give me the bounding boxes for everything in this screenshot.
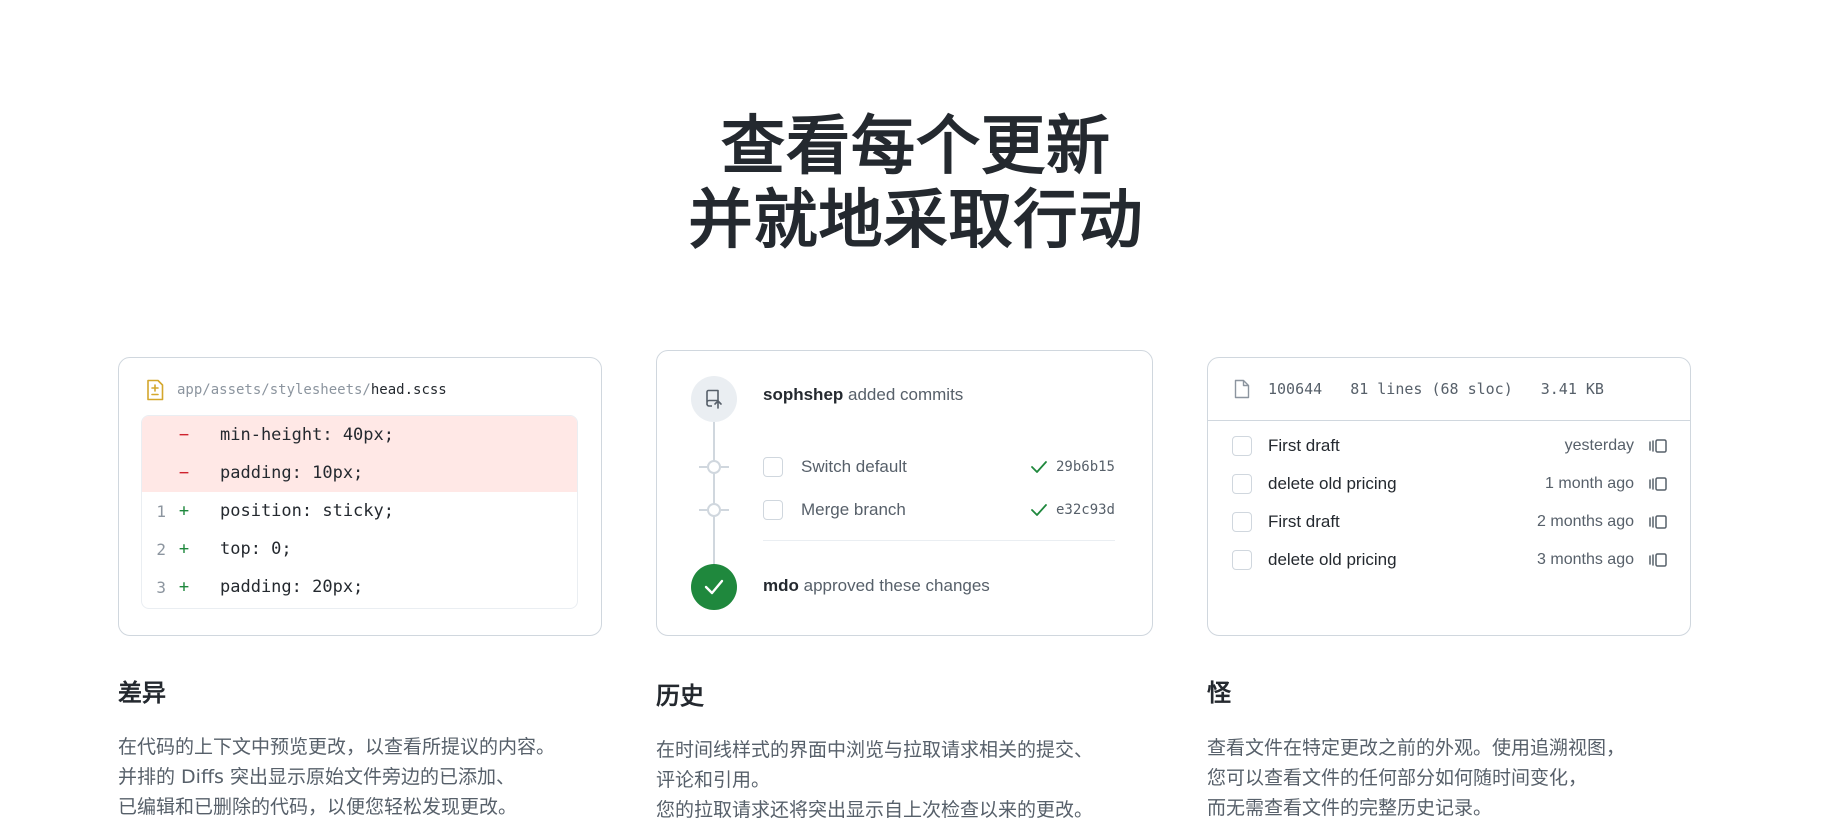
diff-line-removed: − min-height: 40px; — [142, 416, 577, 454]
diff-sign: + — [178, 539, 190, 559]
file-lines: 81 lines (68 sloc) — [1350, 380, 1513, 398]
approval-text: mdo approved these changes — [763, 576, 990, 596]
approved-check-icon — [691, 564, 737, 610]
desc-line: 查看文件在特定更改之前的外观。使用追溯视图， — [1207, 737, 1626, 759]
feature-desc-diff: 在代码的上下文中预览更改，以查看所提议的内容。 并排的 Diffs 突出显示原始… — [118, 732, 555, 822]
file-diff-icon — [147, 379, 164, 401]
blame-checkbox[interactable] — [1232, 512, 1252, 532]
commit-checkbox[interactable] — [763, 457, 783, 477]
diff-code: position: sticky; — [220, 501, 394, 521]
blame-commit-label[interactable]: delete old pricing — [1268, 550, 1537, 570]
timeline-connector — [713, 472, 715, 505]
file-size: 3.41 KB — [1540, 380, 1604, 398]
commit-sha[interactable]: e32c93d — [1056, 502, 1115, 518]
commit-row[interactable]: Merge branch e32c93d — [763, 498, 1115, 522]
feature-desc-history: 在时间线样式的界面中浏览与拉取请求相关的提交、 评论和引用。 您的拉取请求还将突… — [656, 735, 1093, 825]
blame-row[interactable]: First draft yesterday — [1232, 434, 1668, 458]
commit-dot-icon — [699, 503, 729, 517]
diff-card: app/assets/stylesheets/head.scss − min-h… — [118, 357, 602, 636]
desc-line: 已编辑和已删除的代码，以便您轻松发现更改。 — [118, 796, 518, 818]
diff-sign: − — [178, 463, 190, 483]
timeline-header: sophshep added commits — [763, 385, 963, 405]
timeline-connector — [713, 515, 715, 565]
blame-commit-label[interactable]: delete old pricing — [1268, 474, 1545, 494]
diff-line-number: 3 — [156, 577, 166, 597]
diff-file-path[interactable]: app/assets/stylesheets/head.scss — [145, 378, 447, 402]
diff-code: padding: 10px; — [220, 463, 364, 483]
blame-row[interactable]: delete old pricing 1 month ago — [1232, 472, 1668, 496]
diff-path-prefix: app/assets/stylesheets/ — [177, 382, 371, 398]
diff-line-added: 3 + padding: 20px; — [142, 568, 577, 606]
desc-line: 评论和引用。 — [656, 769, 771, 791]
diff-code: min-height: 40px; — [220, 425, 394, 445]
file-info-header: 100644 81 lines (68 sloc) 3.41 KB — [1208, 358, 1690, 421]
commit-label[interactable]: Switch default — [801, 457, 1030, 477]
feature-title-blame: 怪 — [1207, 679, 1231, 707]
blame-row[interactable]: First draft 2 months ago — [1232, 510, 1668, 534]
commit-dot-icon — [699, 460, 729, 474]
hero-title: 查看每个更新 并就地采取行动 — [0, 110, 1832, 258]
reblame-icon[interactable] — [1648, 475, 1668, 493]
blame-checkbox[interactable] — [1232, 474, 1252, 494]
diff-line-number: 2 — [156, 539, 166, 559]
blame-commit-label[interactable]: First draft — [1268, 436, 1565, 456]
commit-checkbox[interactable] — [763, 500, 783, 520]
diff-line-removed: − padding: 10px; — [142, 454, 577, 492]
commit-author[interactable]: sophshep — [763, 385, 843, 404]
blame-checkbox[interactable] — [1232, 436, 1252, 456]
approval-action: approved these changes — [798, 576, 990, 595]
desc-line: 而无需查看文件的完整历史记录。 — [1207, 797, 1493, 819]
blame-time: 2 months ago — [1537, 513, 1634, 530]
diff-sign: + — [178, 577, 190, 597]
hero-title-line-2: 并就地采取行动 — [688, 184, 1144, 258]
check-icon — [1031, 461, 1047, 473]
diff-sign: − — [178, 425, 190, 445]
hero-title-line-1: 查看每个更新 — [721, 110, 1111, 184]
push-commit-icon — [691, 376, 737, 422]
timeline-divider — [763, 540, 1115, 541]
diff-line-added: 1 + position: sticky; — [142, 492, 577, 530]
blame-commit-label[interactable]: First draft — [1268, 512, 1537, 532]
desc-line: 您的拉取请求还将突出显示自上次检查以来的更改。 — [656, 799, 1094, 821]
blame-checkbox[interactable] — [1232, 550, 1252, 570]
timeline-connector — [713, 422, 715, 462]
commit-action: added commits — [843, 385, 964, 404]
desc-line: 您可以查看文件的任何部分如何随时间变化， — [1207, 767, 1588, 789]
blame-time: 1 month ago — [1545, 475, 1634, 492]
diff-line-added: 2 + top: 0; — [142, 530, 577, 568]
reblame-icon[interactable] — [1648, 437, 1668, 455]
commit-row[interactable]: Switch default 29b6b15 — [763, 455, 1115, 479]
desc-line: 在代码的上下文中预览更改，以查看所提议的内容。 — [118, 736, 556, 758]
check-icon — [1031, 504, 1047, 516]
diff-body: − min-height: 40px; − padding: 10px; 1 +… — [141, 415, 578, 609]
diff-code: padding: 20px; — [220, 577, 364, 597]
diff-sign: + — [178, 501, 190, 521]
desc-line: 并排的 Diffs 突出显示原始文件旁边的已添加、 — [118, 766, 515, 788]
diff-file-name: head.scss — [370, 382, 447, 398]
commit-label[interactable]: Merge branch — [801, 500, 1030, 520]
history-card: sophshep added commits Switch default 29… — [656, 350, 1153, 636]
feature-title-diff: 差异 — [118, 679, 166, 707]
blame-row[interactable]: delete old pricing 3 months ago — [1232, 548, 1668, 572]
reblame-icon[interactable] — [1648, 551, 1668, 569]
reblame-icon[interactable] — [1648, 513, 1668, 531]
blame-card: 100644 81 lines (68 sloc) 3.41 KB First … — [1207, 357, 1691, 636]
feature-title-history: 历史 — [656, 682, 704, 710]
desc-line: 在时间线样式的界面中浏览与拉取请求相关的提交、 — [656, 739, 1094, 761]
feature-desc-blame: 查看文件在特定更改之前的外观。使用追溯视图， 您可以查看文件的任何部分如何随时间… — [1207, 733, 1625, 823]
commit-sha[interactable]: 29b6b15 — [1056, 459, 1115, 475]
blame-time: yesterday — [1564, 437, 1634, 454]
file-mode: 100644 — [1268, 380, 1323, 398]
blame-time: 3 months ago — [1537, 551, 1634, 568]
diff-code: top: 0; — [220, 539, 292, 559]
diff-line-number: 1 — [156, 501, 166, 521]
file-icon — [1234, 379, 1250, 399]
approver-name[interactable]: mdo — [763, 576, 799, 595]
